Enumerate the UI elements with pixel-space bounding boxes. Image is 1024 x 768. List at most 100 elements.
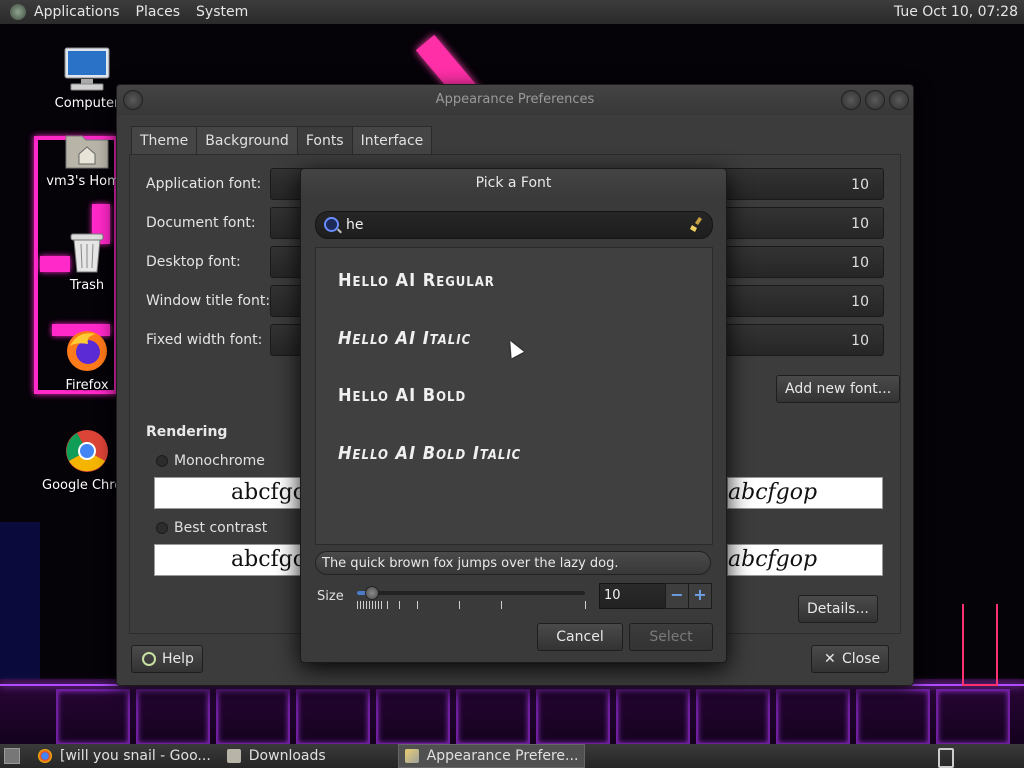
tab-bar: Theme Background Fonts Interface — [131, 126, 433, 156]
slider-tick — [387, 601, 388, 609]
best-contrast-option[interactable]: Best contrast — [156, 520, 267, 536]
window-close-button[interactable] — [889, 90, 909, 110]
menu-applications[interactable]: Applications — [34, 4, 120, 20]
font-list-item[interactable]: Hello AI Regular — [338, 270, 495, 291]
folder-icon — [226, 749, 241, 763]
window-titlebar[interactable]: Appearance Preferences — [117, 85, 913, 115]
menu-system[interactable]: System — [196, 4, 248, 20]
size-input[interactable]: 10 — [599, 583, 667, 609]
add-new-font-button[interactable]: Add new font... — [776, 375, 901, 403]
slider-tick — [378, 601, 379, 609]
floor-tile — [616, 689, 690, 744]
menu-places[interactable]: Places — [136, 4, 181, 20]
slider-tick — [372, 601, 373, 609]
slider-tick — [417, 601, 418, 609]
neon-robot-decoration — [962, 604, 998, 686]
floor-tile — [216, 689, 290, 744]
slider-tick — [459, 601, 460, 609]
font-size-value: 10 — [851, 216, 869, 232]
font-row-label: Window title font: — [146, 293, 271, 309]
dialog-title: Pick a Font — [301, 169, 726, 197]
pick-font-dialog: Pick a Font he Hello AI Regular Hello AI… — [300, 168, 727, 663]
font-size-value: 10 — [851, 177, 869, 193]
distro-logo-icon[interactable] — [10, 4, 26, 20]
font-list-item[interactable]: Hello AI Bold Italic — [338, 443, 521, 464]
tab-fonts[interactable]: Fonts — [296, 126, 353, 156]
floor-tile — [136, 689, 210, 744]
slider-tick — [375, 601, 376, 609]
firefox-icon — [67, 331, 107, 371]
details-button[interactable]: Details... — [798, 595, 878, 623]
size-slider[interactable] — [357, 586, 585, 600]
rendering-sample-right[interactable]: abcfgop — [727, 477, 883, 509]
font-row-label: Desktop font: — [146, 254, 241, 270]
font-row-label: Application font: — [146, 176, 262, 192]
task-label: Downloads — [248, 748, 326, 764]
close-icon: ✕ — [824, 651, 836, 667]
maximize-button[interactable] — [865, 90, 885, 110]
rendering-sample-right[interactable]: abcfgop — [727, 544, 883, 576]
computer-icon — [64, 47, 110, 91]
top-panel: Applications Places System Tue Oct 10, 0… — [0, 0, 1024, 24]
tab-theme[interactable]: Theme — [131, 126, 198, 156]
search-icon — [324, 217, 339, 232]
font-size-value: 10 — [851, 294, 869, 310]
trash-icon — [70, 233, 104, 273]
font-list-item[interactable]: Hello AI Bold — [338, 385, 466, 406]
floor-tile — [56, 689, 130, 744]
floor-tile — [536, 689, 610, 744]
radio-label: Best contrast — [174, 520, 268, 536]
tab-interface[interactable]: Interface — [351, 126, 433, 156]
chrome-icon — [38, 749, 52, 763]
font-size-value: 10 — [851, 333, 869, 349]
taskbar-item-chrome[interactable]: [will you snail - Goo... — [32, 745, 217, 767]
slider-tick — [501, 601, 502, 609]
notification-tray-icon[interactable] — [938, 748, 954, 768]
clear-search-icon[interactable] — [690, 216, 704, 232]
font-search-field[interactable]: he — [315, 211, 713, 239]
slider-tick — [369, 601, 370, 609]
cancel-button[interactable]: Cancel — [537, 623, 623, 651]
increase-size-button[interactable]: + — [688, 583, 712, 609]
slider-tick — [357, 601, 358, 609]
clock[interactable]: Tue Oct 10, 07:28 — [894, 4, 1018, 20]
floor-tile — [376, 689, 450, 744]
font-search-input[interactable]: he — [346, 217, 364, 233]
font-row-label: Fixed width font: — [146, 332, 263, 348]
home-folder-icon — [65, 135, 109, 169]
floor-tile — [296, 689, 370, 744]
appearance-icon — [404, 749, 419, 763]
floor-tile — [456, 689, 530, 744]
radio-button[interactable] — [156, 522, 168, 534]
tab-background[interactable]: Background — [196, 126, 298, 156]
help-button[interactable]: Help — [131, 645, 203, 673]
slider-tick — [585, 601, 586, 609]
background-glow — [0, 522, 40, 682]
radio-label: Monochrome — [174, 453, 265, 469]
font-list[interactable]: Hello AI Regular Hello AI Italic Hello A… — [315, 247, 713, 545]
window-menu-button[interactable] — [123, 90, 143, 110]
size-slider-handle[interactable] — [364, 586, 379, 600]
floor-tile — [696, 689, 770, 744]
font-list-item[interactable]: Hello AI Italic — [338, 328, 471, 349]
main-menu: Applications Places System — [10, 4, 264, 20]
slider-tick — [360, 601, 361, 609]
select-button[interactable]: Select — [629, 623, 713, 651]
decrease-size-button[interactable]: − — [665, 583, 689, 609]
floor-tile — [776, 689, 850, 744]
size-spinbutton[interactable]: 10 − + — [599, 583, 712, 609]
taskbar-item-downloads[interactable]: Downloads — [221, 745, 332, 767]
radio-button[interactable] — [156, 455, 168, 467]
rendering-title: Rendering — [146, 424, 228, 440]
font-size-value: 10 — [851, 255, 869, 271]
taskbar-item-appearance[interactable]: Appearance Prefere... — [397, 744, 586, 768]
show-desktop-icon[interactable] — [4, 748, 20, 764]
task-label: Appearance Prefere... — [426, 748, 579, 764]
slider-tick — [399, 601, 400, 609]
close-button[interactable]: ✕ Close — [811, 645, 890, 673]
slider-tick — [381, 601, 382, 609]
monochrome-option[interactable]: Monochrome — [156, 453, 265, 469]
minimize-button[interactable] — [841, 90, 861, 110]
font-preview-field[interactable]: The quick brown fox jumps over the lazy … — [315, 551, 711, 575]
size-label: Size — [317, 589, 344, 604]
